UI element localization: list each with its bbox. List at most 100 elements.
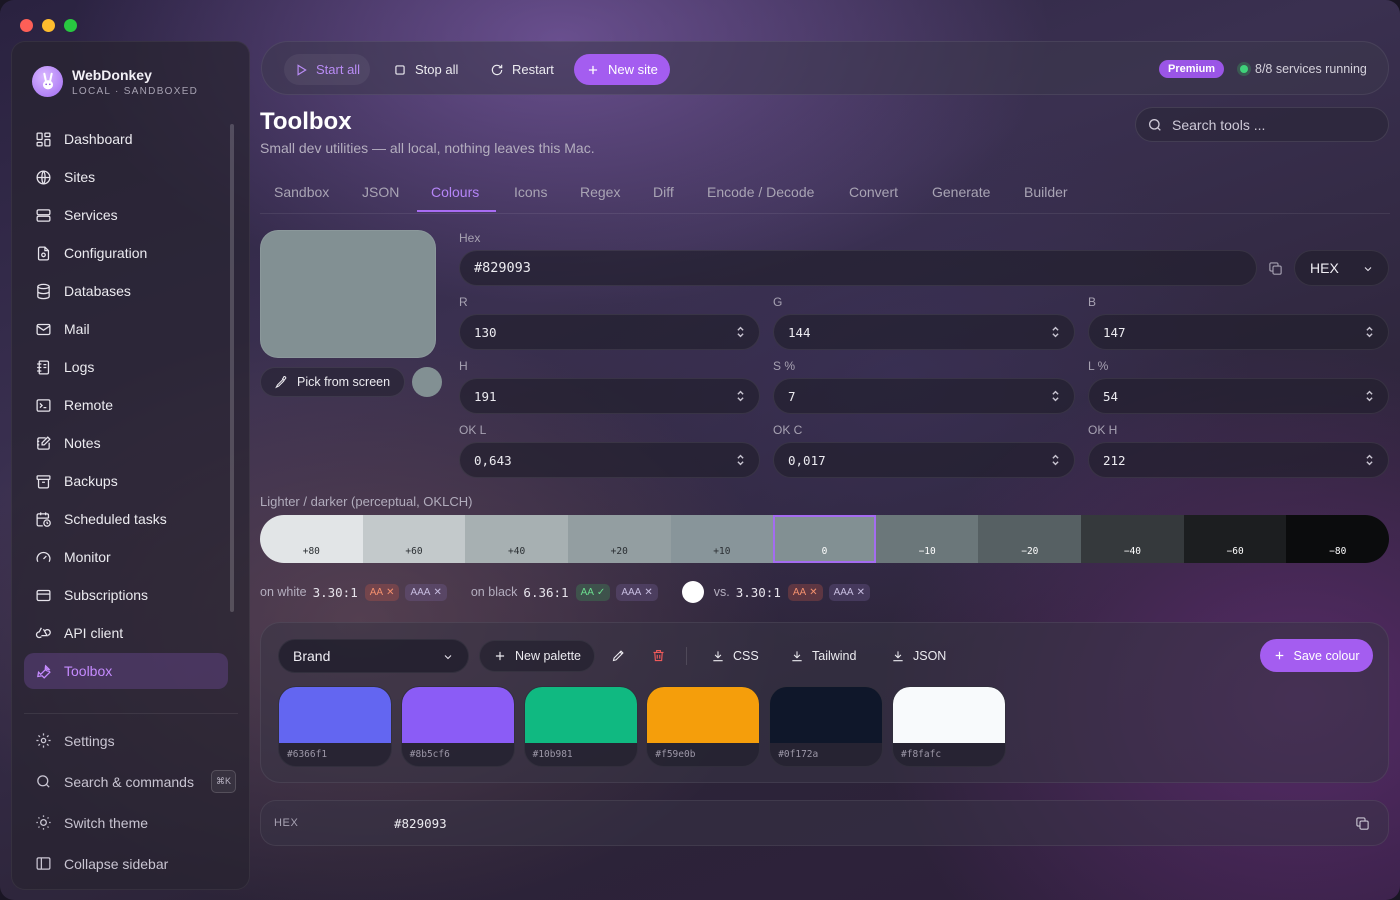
s-value: 7	[788, 388, 796, 404]
save-colour-button[interactable]: Save colour	[1260, 639, 1373, 672]
sidebar-scrollbar[interactable]	[230, 124, 234, 612]
tab-generate[interactable]: Generate	[932, 184, 990, 200]
palette-select[interactable]: Brand	[278, 639, 469, 673]
sidebar-item-backups[interactable]: Backups	[24, 463, 228, 499]
sidebar-item-scheduled-tasks[interactable]: Scheduled tasks	[24, 501, 228, 537]
pencil-icon[interactable]	[611, 648, 626, 663]
palette-swatch[interactable]: #10b981	[523, 686, 638, 767]
stepper-icon[interactable]	[1365, 453, 1374, 467]
search-tools[interactable]	[1135, 107, 1389, 142]
stepper-icon[interactable]	[1365, 325, 1374, 339]
sidebar-item-databases[interactable]: Databases	[24, 273, 228, 309]
compare-colour-dot[interactable]	[681, 581, 704, 603]
palette-swatch[interactable]: #0f172a	[769, 686, 884, 767]
sidebar-item-search-commands[interactable]: Search & commands ⌘K	[24, 762, 238, 801]
pick-label: Pick from screen	[297, 375, 391, 389]
palette-swatch[interactable]: #f8fafc	[892, 686, 1006, 767]
stepper-icon[interactable]	[1051, 453, 1060, 467]
tab-json[interactable]: JSON	[362, 184, 399, 200]
scale-step[interactable]: +40	[465, 515, 568, 563]
scale-step[interactable]: −40	[1081, 515, 1184, 563]
close-window-button[interactable]	[20, 19, 33, 32]
scale-step[interactable]: +20	[567, 515, 671, 563]
pick-from-screen-button[interactable]: Pick from screen	[260, 367, 405, 397]
new-site-button[interactable]: New site	[574, 54, 670, 85]
top-toolbar: Start all Stop all Restart New site Prem…	[261, 41, 1389, 95]
sidebar-item-dashboard[interactable]: Dashboard	[24, 121, 228, 157]
start-all-button[interactable]: Start all	[284, 54, 371, 85]
scale-step[interactable]: +80	[260, 515, 363, 563]
zoom-window-button[interactable]	[64, 19, 77, 32]
okc-input[interactable]: 0,017	[773, 442, 1075, 478]
sidebar-item-monitor[interactable]: Monitor	[24, 539, 228, 575]
tab-builder[interactable]: Builder	[1024, 184, 1068, 200]
export-tailwind-button[interactable]: Tailwind	[790, 640, 856, 672]
tab-icons[interactable]: Icons	[514, 184, 547, 200]
b-input[interactable]: 147	[1088, 314, 1389, 350]
scale-step[interactable]: +60	[362, 515, 466, 563]
trash-icon[interactable]	[651, 648, 666, 663]
stepper-icon[interactable]	[736, 389, 745, 403]
tab-regex[interactable]: Regex	[580, 184, 620, 200]
restart-button[interactable]: Restart	[480, 54, 564, 85]
stepper-icon[interactable]	[736, 453, 745, 467]
card-icon	[36, 589, 51, 601]
sidebar-item-toolbox[interactable]: Toolbox	[24, 653, 228, 689]
stepper-icon[interactable]	[736, 325, 745, 339]
sidebar-item-logs[interactable]: Logs	[24, 349, 228, 385]
scale-step[interactable]: 0	[773, 515, 876, 563]
sidebar-item-collapse-sidebar[interactable]: Collapse sidebar	[24, 844, 238, 883]
services-status: 8/8 services running	[1255, 62, 1367, 76]
stop-all-label: Stop all	[415, 62, 459, 77]
output-value[interactable]: #829093	[394, 816, 447, 831]
hex-input[interactable]: #829093	[459, 250, 1257, 286]
stepper-icon[interactable]	[1051, 389, 1060, 403]
r-input[interactable]: 130	[459, 314, 760, 350]
copy-icon[interactable]	[1268, 261, 1283, 276]
export-css-button[interactable]: CSS	[711, 640, 759, 672]
okl-input[interactable]: 0,643	[459, 442, 760, 478]
h-input[interactable]: 191	[459, 378, 760, 414]
scale-step[interactable]: −10	[875, 515, 979, 563]
l-input[interactable]: 54	[1088, 378, 1389, 414]
okh-input[interactable]: 212	[1088, 442, 1389, 478]
picked-colour-dot[interactable]	[412, 367, 442, 397]
sidebar-item-sites[interactable]: Sites	[24, 159, 228, 195]
stepper-icon[interactable]	[1365, 389, 1374, 403]
tab-colours[interactable]: Colours	[431, 184, 479, 200]
scale-step[interactable]: −60	[1183, 515, 1287, 563]
sidebar-item-api-client[interactable]: API client	[24, 615, 228, 651]
stepper-icon[interactable]	[1051, 325, 1060, 339]
tab-sandbox[interactable]: Sandbox	[274, 184, 329, 200]
palette-swatch[interactable]: #6366f1	[278, 686, 392, 767]
g-input[interactable]: 144	[773, 314, 1075, 350]
stop-all-button[interactable]: Stop all	[383, 54, 468, 85]
export-json-button[interactable]: JSON	[891, 640, 946, 672]
scale-step[interactable]: −20	[978, 515, 1082, 563]
tab-convert[interactable]: Convert	[849, 184, 898, 200]
save-colour-label: Save colour	[1293, 648, 1360, 663]
s-input[interactable]: 7	[773, 378, 1075, 414]
sidebar-item-switch-theme[interactable]: Switch theme	[24, 803, 238, 842]
format-select[interactable]: HEX	[1294, 250, 1389, 286]
copy-icon[interactable]	[1355, 816, 1370, 831]
sidebar-item-configuration[interactable]: Configuration	[24, 235, 228, 271]
sidebar-item-remote[interactable]: Remote	[24, 387, 228, 423]
tab-diff[interactable]: Diff	[653, 184, 674, 200]
palette-swatch[interactable]: #8b5cf6	[400, 686, 515, 767]
search-input[interactable]	[1172, 116, 1362, 133]
sidebar-item-notes[interactable]: Notes	[24, 425, 228, 461]
tab-encode-decode[interactable]: Encode / Decode	[707, 184, 814, 200]
sidebar-item-mail[interactable]: Mail	[24, 311, 228, 347]
window-controls	[20, 19, 77, 32]
minimize-window-button[interactable]	[42, 19, 55, 32]
chevron-down-icon	[444, 655, 452, 660]
palette-swatch[interactable]: #f59e0b	[646, 686, 761, 767]
sidebar-item-subscriptions[interactable]: Subscriptions	[24, 577, 228, 613]
new-palette-button[interactable]: New palette	[479, 640, 596, 672]
scale-step[interactable]: −80	[1286, 515, 1389, 563]
scale-step[interactable]: +10	[670, 515, 774, 563]
sidebar-item-services[interactable]: Services	[24, 197, 228, 233]
hex-label: Hex	[459, 231, 481, 245]
sidebar-item-settings[interactable]: Settings	[24, 721, 238, 760]
